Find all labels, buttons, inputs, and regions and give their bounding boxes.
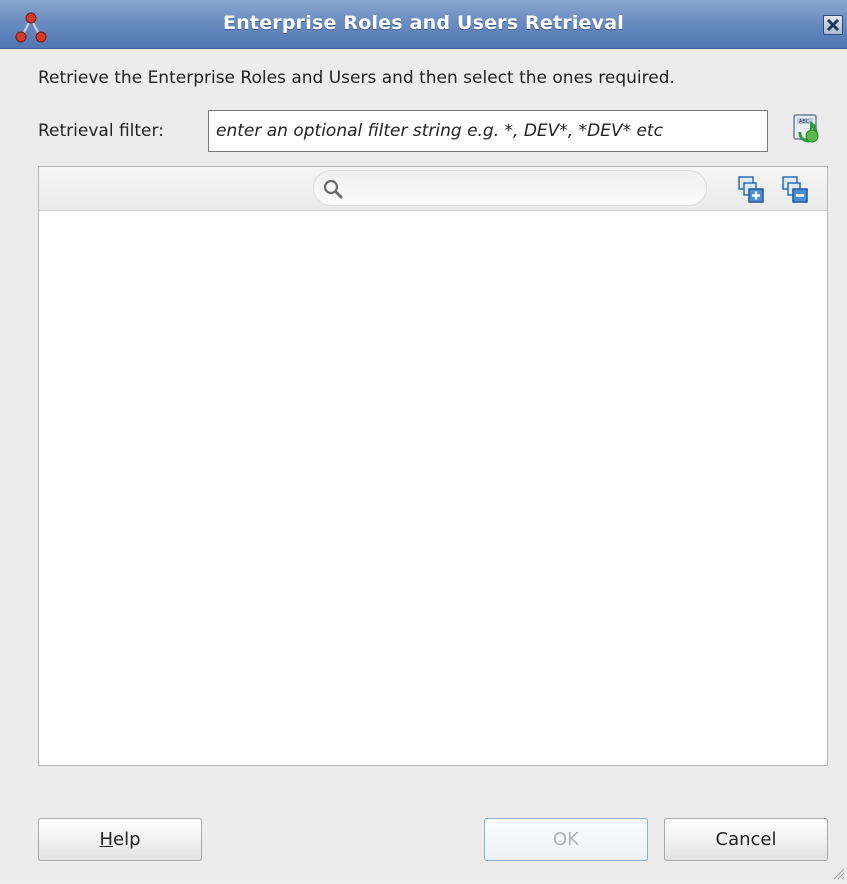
retrieval-filter-input[interactable] [208,110,768,152]
ok-label: OK [553,829,579,850]
search-icon[interactable] [322,178,344,200]
close-icon[interactable] [823,15,843,35]
roles-users-tree[interactable] [39,211,827,765]
expand-all-icon[interactable] [737,175,767,205]
retrieve-users-icon[interactable]: ABC [790,112,824,146]
help-mnemonic: H [99,829,114,850]
resize-grip[interactable] [831,865,845,880]
cancel-label: Cancel [715,829,777,850]
retrieval-filter-label: Retrieval filter: [38,121,164,141]
roles-users-tree-panel [38,166,828,766]
help-button[interactable]: Help [38,818,202,861]
instructions-text: Retrieve the Enterprise Roles and Users … [38,68,675,88]
retrieval-dialog: Enterprise Roles and Users Retrieval Ret… [0,0,847,881]
dialog-title: Enterprise Roles and Users Retrieval [223,12,624,34]
tree-search-input[interactable] [348,175,692,203]
tree-search-box[interactable] [313,170,707,206]
ok-button[interactable]: OK [484,818,648,861]
cancel-button[interactable]: Cancel [664,818,828,861]
help-label-rest: elp [113,829,141,850]
title-bar[interactable]: Enterprise Roles and Users Retrieval [0,0,847,49]
collapse-all-icon[interactable] [781,175,811,205]
svg-text:ABC: ABC [799,119,810,125]
tree-toolbar [39,167,827,211]
